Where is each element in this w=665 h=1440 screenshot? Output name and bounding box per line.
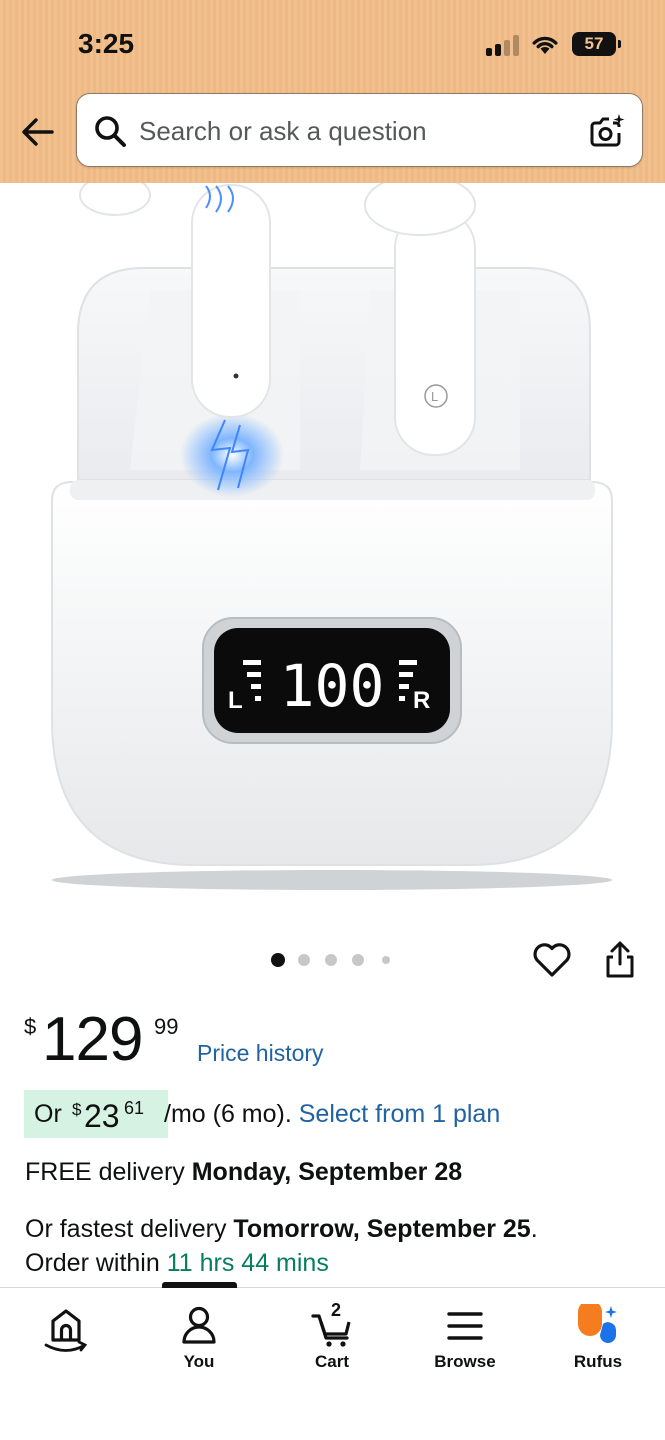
delivery-prefix: FREE delivery: [25, 1158, 185, 1186]
nav-browse-label: Browse: [434, 1352, 496, 1371]
header-bar: 3:25 57: [0, 0, 665, 183]
monthly-prefix: Or: [34, 1100, 62, 1128]
monthly-payment-badge: Or $ 23 61: [24, 1090, 168, 1138]
nav-browse[interactable]: Browse: [410, 1288, 520, 1388]
rufus-icon: [578, 1304, 617, 1343]
camera-search-icon[interactable]: [587, 111, 627, 151]
monthly-suffix: /mo (6 mo).: [164, 1100, 292, 1128]
nav-rufus[interactable]: Rufus: [543, 1288, 653, 1388]
price-whole: 129: [42, 1005, 143, 1074]
carousel-dot-1[interactable]: [271, 953, 285, 967]
product-image[interactable]: L L R 100: [0, 183, 665, 903]
free-delivery-info: FREE delivery Monday, September 28: [25, 1158, 462, 1187]
led-battery-readout: 100: [280, 652, 385, 720]
status-time: 3:25: [78, 28, 135, 59]
cellular-signal-icon: [486, 34, 522, 56]
led-left-mark: L: [228, 687, 243, 714]
search-bar[interactable]: [76, 93, 643, 167]
earbuds-illustration: L L R 100: [51, 183, 613, 890]
monthly-fraction: 61: [124, 1098, 145, 1118]
nav-cart[interactable]: 2 Cart: [277, 1288, 387, 1388]
back-arrow-icon[interactable]: [18, 112, 58, 152]
monthly-currency: $: [72, 1100, 82, 1119]
person-icon: [182, 1306, 216, 1344]
search-icon[interactable]: [93, 114, 127, 148]
price-currency: $: [24, 1014, 37, 1039]
wifi-icon: [532, 36, 558, 54]
share-icon[interactable]: [602, 940, 638, 980]
menu-icon: [447, 1312, 483, 1340]
order-within-label: Order within: [25, 1249, 160, 1277]
home-icon: [44, 1309, 88, 1352]
monthly-terms: /mo (6 mo). Select from 1 plan: [164, 1100, 500, 1129]
led-right-mark: R: [413, 687, 430, 714]
fastest-prefix: Or fastest delivery: [25, 1215, 227, 1243]
fastest-date: Tomorrow, September 25: [233, 1215, 531, 1243]
carousel-dot-5[interactable]: [382, 956, 390, 964]
search-input[interactable]: [139, 112, 569, 150]
nav-rufus-label: Rufus: [573, 1352, 623, 1371]
nav-cart-label: Cart: [314, 1352, 349, 1371]
order-countdown: 11 hrs 44 mins: [166, 1249, 329, 1277]
carousel-dot-2[interactable]: [298, 954, 310, 966]
price-fraction: 99: [154, 1014, 179, 1039]
svg-text:L: L: [431, 389, 438, 404]
nav-you[interactable]: You: [144, 1288, 254, 1388]
nav-you-label: You: [183, 1352, 215, 1371]
fastest-period: .: [530, 1215, 538, 1243]
nav-home[interactable]: [11, 1288, 121, 1388]
carousel-dot-3[interactable]: [325, 954, 337, 966]
fastest-delivery-info: Or fastest delivery Tomorrow, September …: [25, 1212, 538, 1280]
delivery-date: Monday, September 28: [191, 1158, 463, 1186]
cart-count-badge: 2: [330, 1300, 341, 1320]
monthly-whole: 23: [84, 1098, 120, 1134]
status-bar: 3:25 57: [0, 0, 665, 88]
bottom-navigation: You 2 Cart Browse Rufus: [0, 1282, 665, 1440]
carousel-dot-4[interactable]: [352, 954, 364, 966]
heart-icon[interactable]: [531, 940, 573, 980]
select-plan-link[interactable]: Select from 1 plan: [299, 1100, 501, 1128]
price-history-link[interactable]: Price history: [197, 1040, 324, 1067]
battery-indicator: 57: [572, 32, 621, 56]
